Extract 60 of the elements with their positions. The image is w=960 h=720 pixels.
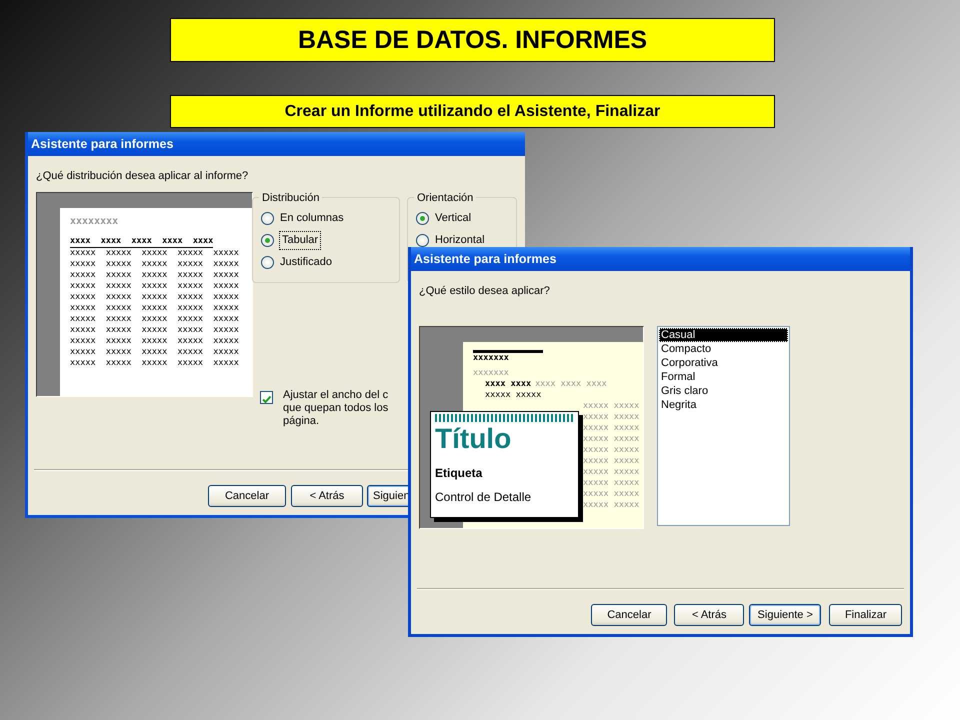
- sample-text: xxxxx xxxxx: [583, 444, 640, 456]
- sample-text: xxxxx xxxxx xxxxx xxxxx xxxxx: [70, 358, 240, 369]
- sample-text: xxxxx xxxxx: [583, 400, 640, 412]
- option-label[interactable]: Justificado: [280, 254, 332, 271]
- sample-text: xxxxx xxxxx: [583, 412, 640, 422]
- list-item[interactable]: Negrita: [659, 398, 788, 412]
- sample-text: xxxxx xxxxx xxxxx xxxxx xxxxx: [70, 248, 240, 259]
- sample-text: xxxxx xxxxx: [583, 434, 640, 444]
- sample-text: xxxxx xxxxx: [583, 500, 640, 510]
- window-title: Asistente para informes: [411, 247, 910, 271]
- sample-text: xxxxx xxxxx xxxxx xxxxx xxxxx: [70, 347, 240, 358]
- sample-text: xxxxx xxxxx xxxxx xxxxx xxxxx: [70, 325, 240, 336]
- option-label[interactable]: Tabular: [280, 232, 320, 249]
- list-item[interactable]: Gris claro: [659, 384, 788, 398]
- list-item[interactable]: Formal: [659, 370, 788, 384]
- option-label[interactable]: En columnas: [280, 210, 344, 227]
- list-item[interactable]: Compacto: [659, 342, 788, 356]
- sample-text: xxxxxxx: [473, 350, 543, 364]
- sample-text: xxxxx xxxxx xxxxx xxxxx xxxxx: [70, 336, 240, 347]
- sample-text: xxxxx xxxxx: [583, 422, 640, 434]
- window-title: Asistente para informes: [28, 132, 525, 156]
- sample-text: xxxxxxxx: [70, 216, 120, 226]
- radio-button[interactable]: [261, 212, 274, 225]
- sample-text: xxxxx xxxxx xxxxx xxxxx xxxxx: [70, 270, 240, 281]
- wizard-button[interactable]: < Atrás: [291, 485, 363, 507]
- sample-text: xxxxx xxxxx xxxxx xxxxx xxxxx: [70, 292, 240, 303]
- checkbox-label[interactable]: Ajustar el ancho del c que quepan todos los página.: [283, 388, 388, 428]
- sample-text: xxxxxxx: [473, 368, 510, 378]
- slide-subtitle: Crear un Informe utilizando el Asistente, Finalizar: [170, 95, 775, 128]
- radio-button[interactable]: [261, 234, 274, 247]
- question-text: ¿Qué distribución desea aplicar al informe?: [36, 169, 250, 184]
- sample-text: xxxx xxxx: [485, 378, 532, 390]
- sample-text: xxxxx xxxxx: [583, 466, 640, 478]
- slide-title: BASE DE DATOS. INFORMES: [170, 18, 775, 62]
- radio-button[interactable]: [416, 212, 429, 225]
- wizard-button[interactable]: Siguiente >: [748, 604, 822, 626]
- sample-text: xxxxx xxxxx xxxxx xxxxx xxxxx: [70, 259, 240, 270]
- sample-text: xxxx xxxx xxxx: [535, 378, 607, 390]
- wizard-button[interactable]: Finalizar: [829, 604, 902, 626]
- list-item[interactable]: Corporativa: [659, 356, 788, 370]
- question-text: ¿Qué estilo desea aplicar?: [419, 284, 551, 299]
- wizard-button[interactable]: < Atrás: [674, 604, 744, 626]
- sample-text: xxxxx xxxxx: [583, 456, 640, 466]
- sample-text: xxxxx xxxxx xxxxx xxxxx xxxxx: [70, 314, 240, 325]
- sample-text: xxxxx xxxxx xxxxx xxxxx xxxxx: [70, 303, 240, 314]
- radio-button[interactable]: [261, 256, 274, 269]
- sample-text: xxxxx xxxxx xxxxx xxxxx xxxxx: [70, 281, 240, 292]
- sample-text: xxxxx xxxxx: [583, 478, 640, 488]
- radio-button[interactable]: [416, 234, 429, 247]
- sample-text: xxxxx xxxxx: [583, 488, 640, 500]
- option-label[interactable]: Vertical: [435, 210, 472, 227]
- wizard-button[interactable]: Cancelar: [208, 485, 286, 507]
- sample-text: xxxxx xxxxx: [484, 390, 542, 400]
- sample-title: Título: [435, 422, 512, 456]
- sample-label: Etiqueta: [435, 464, 484, 482]
- wizard-button[interactable]: Cancelar: [591, 604, 668, 626]
- option-label[interactable]: Horizontal: [435, 232, 485, 249]
- sample-text: xxxx xxxx xxxx xxxx xxxx: [70, 236, 214, 248]
- list-item[interactable]: Casual: [659, 328, 788, 342]
- checkbox[interactable]: [260, 390, 273, 404]
